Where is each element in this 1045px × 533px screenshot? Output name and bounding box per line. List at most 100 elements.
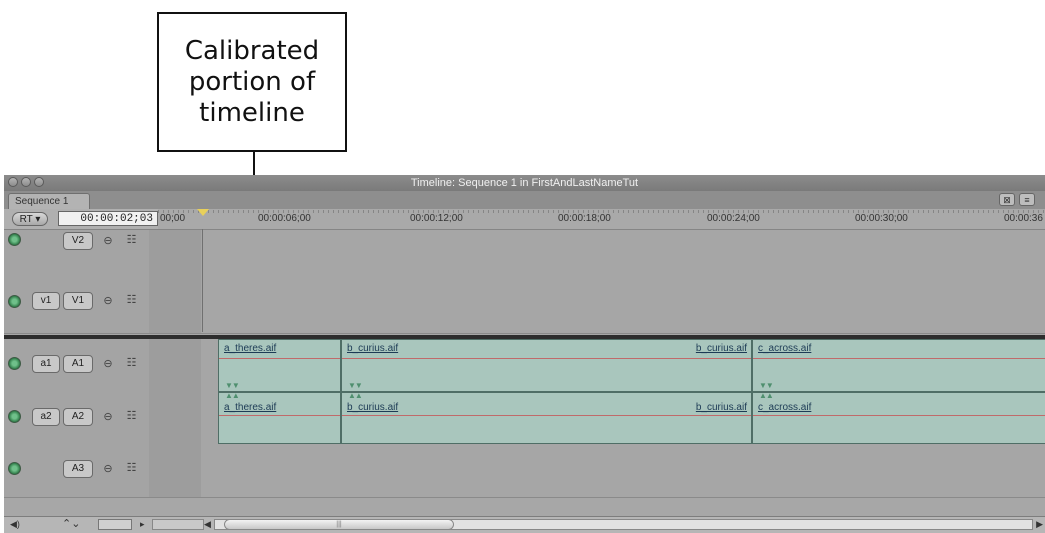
source-patch-a1[interactable]: a1 [32, 355, 60, 373]
keyframe-marks: ▼▼ [348, 381, 363, 390]
track-spacer [149, 444, 201, 497]
clip-name-end: b_curius.aif [695, 343, 747, 354]
ruler-label: 00:00:30;00 [855, 213, 908, 224]
track-eye-icon[interactable]: ☷ [126, 411, 137, 422]
lock-icon[interactable]: ⊖ [103, 296, 113, 307]
keyframe-marks: ▼▼ [759, 381, 774, 390]
ruler-label: 00:00:12;00 [410, 213, 463, 224]
ruler-label: 00:00:24;00 [707, 213, 760, 224]
scroll-left-icon[interactable]: ◀ [204, 519, 211, 530]
ruler-label: 00:00:36 [1004, 213, 1043, 224]
clip-overlay-icon[interactable]: ⊠ [999, 193, 1015, 206]
track-content: ▲▲ a_theres.aif ▲▲ b_curius.aif b_curius… [201, 392, 1045, 444]
callout-line-3: timeline [199, 97, 305, 128]
clip-a1-1[interactable]: a_theres.aif ▼▼ [218, 339, 341, 392]
track-spacer [149, 275, 201, 333]
tab-tools: ⊠ ≡ [999, 193, 1039, 207]
clip-name: c_across.aif [758, 402, 812, 413]
source-patch-v1[interactable]: v1 [32, 292, 60, 310]
current-timecode-field[interactable]: 00:00:02;03 [58, 211, 158, 226]
visibility-icon[interactable] [8, 233, 21, 246]
lock-icon[interactable]: ⊖ [103, 236, 113, 247]
track-controls: a1 A1 ⊖ ☷ [4, 339, 150, 392]
rt-menu-button[interactable]: RT ▾ [12, 212, 48, 226]
track-spacer [149, 339, 201, 392]
track-content[interactable] [201, 275, 1045, 333]
level-line [753, 358, 1045, 359]
ruler-label: 00;00 [160, 213, 186, 224]
speaker-icon[interactable]: ◀) [10, 519, 20, 530]
zoom-slider[interactable] [152, 519, 204, 530]
callout-box: Calibrated portion of timeline [157, 12, 347, 152]
keyframe-marks: ▲▲ [225, 392, 240, 400]
level-line [342, 358, 751, 359]
clip-name: b_curius.aif [347, 402, 399, 413]
track-eye-icon[interactable]: ☷ [126, 235, 137, 246]
playhead-marker[interactable] [197, 209, 209, 216]
scroll-right-icon[interactable]: ▶ [1036, 519, 1043, 530]
clip-a2-3[interactable]: ▲▲ c_across.aif [752, 392, 1045, 444]
track-label-a2[interactable]: A2 [63, 408, 93, 426]
source-patch-a2[interactable]: a2 [32, 408, 60, 426]
speaker-icon[interactable] [8, 462, 21, 475]
track-v2: V2 ⊖ ☷ [4, 230, 1045, 276]
track-content: a_theres.aif ▼▼ b_curius.aif b_curius.ai… [201, 339, 1045, 392]
level-line [219, 358, 340, 359]
track-content[interactable] [201, 230, 1045, 275]
lock-icon[interactable]: ⊖ [103, 359, 113, 370]
keyframe-marks: ▲▲ [348, 392, 363, 400]
timeline-window: Timeline: Sequence 1 in FirstAndLastName… [4, 175, 1045, 533]
speaker-icon[interactable] [8, 357, 21, 370]
window-title: Timeline: Sequence 1 in FirstAndLastName… [410, 177, 639, 189]
track-spacer [149, 230, 201, 275]
keyframe-marks: ▲▲ [759, 392, 774, 400]
track-eye-icon[interactable]: ☷ [126, 463, 137, 474]
callout-line-1: Calibrated [184, 35, 320, 66]
track-label-v2[interactable]: V2 [63, 232, 93, 250]
level-line [219, 415, 340, 416]
clip-a2-1[interactable]: ▲▲ a_theres.aif [218, 392, 341, 444]
track-a3: A3 ⊖ ☷ [4, 444, 1045, 498]
clip-name: a_theres.aif [224, 343, 277, 354]
track-area: V2 ⊖ ☷ v1 V1 ⊖ ☷ a1 A1 ⊖ ☷ a_theres.aif … [4, 230, 1045, 517]
lock-icon[interactable]: ⊖ [103, 464, 113, 475]
track-label-v1[interactable]: V1 [63, 292, 93, 310]
ruler-label: 00:00:06;00 [258, 213, 311, 224]
track-controls: v1 V1 ⊖ ☷ [4, 275, 150, 333]
visibility-icon[interactable] [8, 295, 21, 308]
track-a2: a2 A2 ⊖ ☷ ▲▲ a_theres.aif ▲▲ b_curius.ai… [4, 392, 1045, 445]
keyframe-marks: ▼▼ [225, 381, 240, 390]
track-label-a1[interactable]: A1 [63, 355, 93, 373]
clip-a2-2[interactable]: ▲▲ b_curius.aif b_curius.aif [341, 392, 752, 444]
scrollbar-thumb[interactable]: ||| [224, 519, 454, 530]
track-a1: a1 A1 ⊖ ☷ a_theres.aif ▼▼ b_curius.aif b… [4, 339, 1045, 393]
track-v1: v1 V1 ⊖ ☷ [4, 275, 1045, 334]
playhead-line [202, 229, 203, 332]
timeline-bottom-bar: ◀) ⌃⌄ ▸ ◀ ||| ▶ [4, 516, 1045, 533]
clip-name: c_across.aif [758, 343, 812, 354]
clip-a1-2[interactable]: b_curius.aif b_curius.aif ▼▼ [341, 339, 752, 392]
track-label-a3[interactable]: A3 [63, 460, 93, 478]
ruler-label: 00:00:18;00 [558, 213, 611, 224]
callout-line-2: portion of [188, 66, 316, 97]
clip-name: b_curius.aif [347, 343, 399, 354]
track-controls: A3 ⊖ ☷ [4, 444, 150, 497]
level-line [342, 415, 751, 416]
speaker-icon[interactable] [8, 410, 21, 423]
zoom-slider-arrow-icon[interactable]: ▸ [140, 519, 145, 530]
clip-name-end: b_curius.aif [695, 402, 747, 413]
rt-label: RT [19, 214, 33, 225]
lock-icon[interactable]: ⊖ [103, 412, 113, 423]
track-controls: V2 ⊖ ☷ [4, 230, 150, 275]
clip-keyframes-icon[interactable]: ⌃⌄ [62, 519, 80, 530]
clip-a1-3[interactable]: c_across.aif ▼▼ [752, 339, 1045, 392]
track-content[interactable] [201, 444, 1045, 497]
track-height-control[interactable] [98, 519, 132, 530]
clip-name: a_theres.aif [224, 402, 277, 413]
tab-sequence-1[interactable]: Sequence 1 [8, 193, 90, 209]
track-eye-icon[interactable]: ☷ [126, 295, 137, 306]
time-ruler[interactable]: 00;00 00:00:06;00 00:00:12;00 00:00:18;0… [158, 209, 1045, 229]
tab-bar: Sequence 1 ⊠ ≡ [4, 191, 1045, 209]
track-eye-icon[interactable]: ☷ [126, 358, 137, 369]
track-height-icon[interactable]: ≡ [1019, 193, 1035, 206]
